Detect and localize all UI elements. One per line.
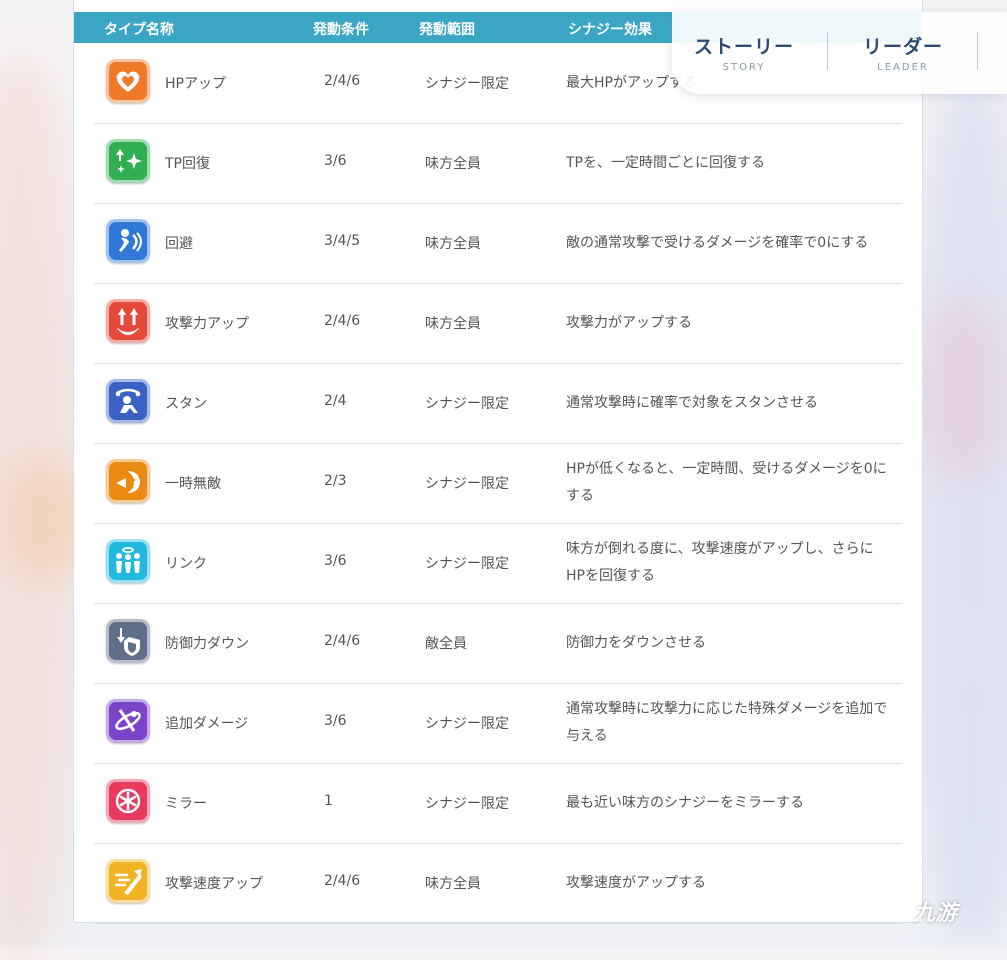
invincible-icon bbox=[106, 459, 150, 503]
table-row: スタン 2/4 シナジー限定 通常攻撃時に確率で対象をスタンさせる bbox=[94, 363, 902, 444]
watermark-logo: 九游 bbox=[913, 901, 958, 926]
activation-range: シナジー限定 bbox=[425, 556, 509, 572]
synergy-effect: HPが低くなると、一定時間、受けるダメージを0にする bbox=[566, 461, 887, 504]
synergy-name: TP回復 bbox=[165, 156, 210, 172]
background-blur bbox=[917, 80, 1007, 940]
table-row: 攻撃速度アップ 2/4/6 味方全員 攻撃速度がアップする bbox=[94, 843, 902, 924]
nav-leader-label: リーダー bbox=[862, 36, 943, 58]
activation-condition: 3/4/5 bbox=[324, 233, 361, 249]
nav-leader-sub: LEADER bbox=[877, 62, 929, 73]
synergy-effect: 防御力をダウンさせる bbox=[566, 635, 706, 651]
nav-story-label: ストーリー bbox=[693, 36, 794, 58]
table-row: TP回復 3/6 味方全員 TPを、一定時間ごとに回復する bbox=[94, 123, 902, 204]
dodge-icon bbox=[106, 219, 150, 263]
activation-range: シナジー限定 bbox=[425, 796, 509, 812]
synergy-effect: 通常攻撃時に攻撃力に応じた特殊ダメージを追加で与える bbox=[566, 701, 888, 744]
table-row: 一時無敵 2/3 シナジー限定 HPが低くなると、一定時間、受けるダメージを0にする bbox=[94, 443, 902, 524]
activation-condition: 3/6 bbox=[324, 713, 347, 729]
activation-condition: 1 bbox=[324, 793, 333, 809]
activation-range: 味方全員 bbox=[425, 876, 481, 892]
table-row: 回避 3/4/5 味方全員 敵の通常攻撃で受けるダメージを確率で0にする bbox=[94, 203, 902, 284]
sparkle-up-icon bbox=[106, 139, 150, 183]
extra-damage-icon bbox=[106, 699, 150, 743]
activation-range: 味方全員 bbox=[425, 316, 481, 332]
synergy-effect: 最も近い味方のシナジーをミラーする bbox=[566, 795, 804, 811]
table-row: ミラー 1 シナジー限定 最も近い味方のシナジーをミラーする bbox=[94, 763, 902, 844]
synergy-name: スタン bbox=[165, 396, 207, 412]
activation-range: 味方全員 bbox=[425, 156, 481, 172]
defense-down-icon bbox=[106, 619, 150, 663]
synergy-effect: 通常攻撃時に確率で対象をスタンさせる bbox=[566, 395, 818, 411]
background-blur bbox=[917, 300, 1007, 480]
activation-range: シナジー限定 bbox=[425, 396, 509, 412]
activation-condition: 2/4/6 bbox=[324, 73, 361, 89]
header-range: 発動範囲 bbox=[419, 22, 475, 38]
header-effect: シナジー効果 bbox=[568, 22, 652, 38]
header-condition: 発動条件 bbox=[313, 22, 369, 38]
table-row: 攻撃力アップ 2/4/6 味方全員 攻撃力がアップする bbox=[94, 283, 902, 364]
heart-icon bbox=[106, 59, 150, 103]
synergy-name: 攻撃力アップ bbox=[165, 316, 249, 332]
table-row: 追加ダメージ 3/6 シナジー限定 通常攻撃時に攻撃力に応じた特殊ダメージを追加で与え… bbox=[94, 683, 902, 764]
activation-range: シナジー限定 bbox=[425, 476, 509, 492]
mirror-icon bbox=[106, 779, 150, 823]
synergy-name: ミラー bbox=[165, 796, 207, 812]
header-type: タイプ名称 bbox=[104, 22, 174, 38]
activation-condition: 3/6 bbox=[324, 553, 347, 569]
synergy-effect: 敵の通常攻撃で受けるダメージを確率で0にする bbox=[566, 235, 869, 251]
activation-condition: 3/6 bbox=[324, 153, 347, 169]
synergy-table-panel: タイプ名称 発動条件 発動範囲 シナジー効果 HPアップ 2/4/6 シナジー限定最… bbox=[73, 0, 923, 924]
activation-condition: 2/4/6 bbox=[324, 873, 361, 889]
activation-range: 味方全員 bbox=[425, 236, 481, 252]
synergy-name: 追加ダメージ bbox=[165, 716, 249, 732]
nav-story-sub: STORY bbox=[722, 62, 766, 73]
synergy-name: 防御力ダウン bbox=[165, 636, 249, 652]
activation-condition: 2/4 bbox=[324, 393, 347, 409]
table-row: リンク 3/6 シナジー限定 味方が倒れる度に、攻撃速度がアップし、さらにHPを回復す… bbox=[94, 523, 902, 604]
synergy-name: 攻撃速度アップ bbox=[165, 876, 263, 892]
link-icon bbox=[106, 539, 150, 583]
nav-story-tab[interactable]: ストーリー STORY bbox=[674, 32, 814, 73]
stun-icon bbox=[106, 379, 150, 423]
synergy-name: HPアップ bbox=[165, 76, 226, 92]
activation-condition: 2/3 bbox=[324, 473, 347, 489]
attack-up-icon bbox=[106, 299, 150, 343]
nav-divider bbox=[977, 32, 978, 70]
synergy-name: 一時無敵 bbox=[165, 476, 221, 492]
activation-range: 敵全員 bbox=[425, 636, 467, 652]
synergy-effect: 攻撃速度がアップする bbox=[566, 875, 706, 891]
activation-range: シナジー限定 bbox=[425, 76, 509, 92]
activation-condition: 2/4/6 bbox=[324, 313, 361, 329]
table-row: 防御力ダウン 2/4/6 敵全員 防御力をダウンさせる bbox=[94, 603, 902, 684]
activation-condition: 2/4/6 bbox=[324, 633, 361, 649]
top-nav: ストーリー STORY リーダー LEADER bbox=[672, 12, 1007, 94]
synergy-effect: 攻撃力がアップする bbox=[566, 315, 692, 331]
nav-leader-tab[interactable]: リーダー LEADER bbox=[833, 32, 973, 73]
synergy-name: 回避 bbox=[165, 236, 193, 252]
attack-speed-icon bbox=[106, 859, 150, 903]
activation-range: シナジー限定 bbox=[425, 716, 509, 732]
nav-divider bbox=[827, 32, 828, 70]
synergy-effect: 味方が倒れる度に、攻撃速度がアップし、さらにHPを回復する bbox=[566, 541, 874, 584]
synergy-effect: TPを、一定時間ごとに回復する bbox=[566, 155, 765, 171]
synergy-name: リンク bbox=[165, 556, 207, 572]
